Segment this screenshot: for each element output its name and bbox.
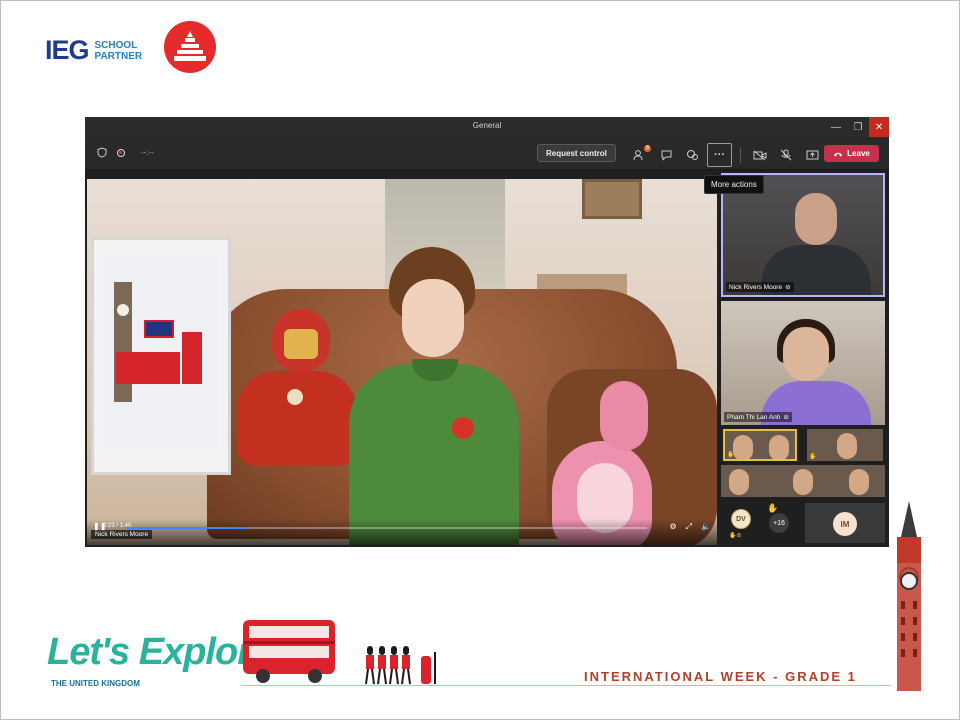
participant-head [783,327,829,381]
leave-label: Leave [847,149,870,158]
participant-thumbnail [837,433,857,459]
school-logo [164,21,216,73]
reactions-icon[interactable] [681,144,703,166]
leave-button[interactable]: Leave [824,145,879,162]
restore-icon[interactable]: ❐ [847,117,869,137]
video-progress-bar[interactable] [127,527,647,529]
poster-phonebox [182,332,202,384]
ieg-logo-subtitle: SCHOOL PARTNER [95,40,143,62]
lets-explore-title: Let's Explore [47,631,272,673]
ironman-plush [237,309,357,466]
people-icon[interactable]: 8 [629,144,651,166]
participant-tile-small[interactable] [831,465,885,497]
lets-explore-subtitle: THE UNITED KINGDOM [51,679,140,688]
video-controls: ❚❚ 0:23 / 1:40 ⚙ ⤢ 🔈 [87,519,717,545]
ieg-logo-text: IEG [45,35,90,65]
teams-meeting-window: General — ❐ ✕ --:-- Request control 8 ··… [85,117,889,547]
raised-hand-icon: ✋ [727,452,735,458]
ironman-arc-reactor [287,389,303,405]
video-wall-frame [582,179,642,219]
chat-icon[interactable] [655,144,677,166]
shield-icon[interactable] [97,147,107,158]
red-bus-icon [243,620,335,683]
child-body [349,364,519,545]
volume-icon[interactable]: 🔈 [701,522,711,532]
participant-head [795,193,837,245]
footer-line [241,685,891,686]
window-title: General [472,121,502,130]
participant-thumbnail [769,435,789,459]
uk-poster [91,237,231,475]
mic-off-icon: ⊘ [783,414,789,421]
video-control-icons: ⚙ ⤢ 🔈 [669,522,711,532]
ieg-sub-line1: SCHOOL [94,39,138,51]
slide: IEG SCHOOL PARTNER General — ❐ ✕ --:-- R… [0,0,960,720]
uk-poster-art [104,254,218,450]
more-actions-tooltip: More actions [704,175,764,194]
raised-hand-icon: ✋ [809,454,817,460]
camera-off-icon[interactable] [749,144,771,166]
request-control-button[interactable]: Request control [537,144,616,162]
title-bar: General — ❐ ✕ [85,117,889,137]
big-ben-icon [897,501,921,691]
participant-avatar-im: IM [833,512,857,536]
settings-icon[interactable]: ⚙ [669,522,676,532]
pink-panther-head [600,381,648,451]
toolbar-left: --:-- [97,147,154,158]
video-progress-fill [127,527,247,529]
ironman-body [237,371,357,466]
participant-panel: Nick Rivers Moore ⊘ Pham Thi Lan Anh ⊘ ✋ [717,171,889,547]
participant-tile-small[interactable] [775,465,831,497]
participant-tile-im[interactable]: IM [805,503,885,543]
poster-bus [116,352,180,384]
share-icon[interactable] [801,144,823,166]
child-face [402,279,464,357]
ironman-faceplate [284,329,318,359]
participant-tile-small[interactable] [721,465,775,497]
participant-tile-lan-anh[interactable]: Pham Thi Lan Anh ⊘ [721,301,885,425]
meeting-timer: --:-- [141,148,154,157]
footer-title: INTERNATIONAL WEEK - GRADE 1 [584,669,857,684]
poster-union-flag [144,320,174,338]
participant-thumbnail [793,469,813,495]
participant-tile-small[interactable]: ✋ [807,429,883,461]
presenter-name-tag: Nick Rivers Moore [91,530,153,539]
participant-name: Nick Rivers Moore [729,283,783,291]
record-icon[interactable] [117,148,125,157]
more-icon[interactable]: ··· [707,143,732,167]
more-participants-button[interactable]: +16 [769,513,789,533]
phone-icon [834,152,843,156]
window-controls: — ❐ ✕ [825,117,889,137]
participant-tile-small[interactable]: ✋ [723,429,797,461]
shared-video[interactable]: ❚❚ 0:23 / 1:40 ⚙ ⤢ 🔈 Nick Rivers Moore [87,179,717,545]
poster-big-ben [114,282,132,402]
mic-off-icon[interactable] [775,144,797,166]
participant-name-tag: Nick Rivers Moore ⊘ [726,282,794,292]
royal-guards-icon [365,646,436,685]
pink-panther-plush [542,381,662,545]
fullscreen-icon[interactable]: ⤢ [686,522,692,532]
ieg-sub-line2: PARTNER [94,50,143,62]
participant-name-tag: Pham Thi Lan Anh ⊘ [724,412,792,422]
participant-name: Pham Thi Lan Anh [727,413,781,421]
participant-thumbnail [729,469,749,495]
toolbar-icons: 8 ··· [629,143,823,167]
close-icon[interactable]: ✕ [869,117,889,137]
participant-avatar-dv[interactable]: DV [731,509,751,529]
school-crest-icon [174,31,206,61]
child-shirt-badge [452,417,474,439]
ieg-logo: IEG SCHOOL PARTNER [45,35,142,66]
raised-hand-icon: ✋⊘ [729,533,742,539]
meeting-toolbar: --:-- Request control 8 ··· Leave [85,137,889,170]
mic-off-icon: ⊘ [785,284,791,291]
minimize-icon[interactable]: — [825,117,847,137]
participant-thumbnail [733,435,753,459]
toolbar-separator [740,147,741,163]
participant-thumbnail [849,469,869,495]
people-count-badge: 8 [644,145,651,152]
